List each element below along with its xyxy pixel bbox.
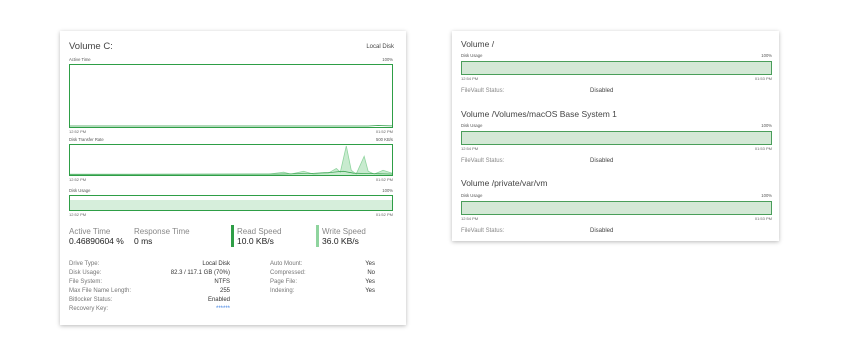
filevault-status-value: Disabled	[590, 88, 614, 94]
disk-usage-bar	[461, 131, 772, 145]
response-time-metric-label: Response Time	[134, 227, 190, 236]
usage-start-time: 12:54 PM	[461, 146, 479, 151]
compressed-value: No	[367, 270, 375, 276]
disk-usage-end: 01:52 PM	[375, 212, 393, 217]
drive-type-label: Local Disk	[366, 44, 394, 50]
disk-usage-label: Disk Usage	[461, 123, 483, 128]
max-file-name-value: 255	[219, 288, 230, 294]
disk-usage-max: 100%	[761, 193, 772, 198]
file-system-value: NTFS	[214, 279, 230, 285]
disk-usage-max: 100%	[761, 123, 772, 128]
page-file-value: Yes	[365, 279, 375, 285]
disk-usage-start: 12:52 PM	[69, 212, 87, 217]
bitlocker-status-key: Bitlocker Status:	[69, 297, 113, 303]
read-speed-color-bar	[231, 225, 234, 247]
disk-usage-graph-label: Disk Usage	[69, 188, 91, 193]
volume-c-card: Volume C: Local Disk Active Time 100% 12…	[60, 31, 406, 325]
max-file-name-key: Max File Name Length:	[69, 288, 132, 294]
transfer-rate-end: 01:52 PM	[375, 177, 393, 182]
mac-volumes-card: Volume / Disk Usage 100% 12:54 PM 01:53 …	[452, 31, 779, 241]
disk-usage-bar	[461, 201, 772, 215]
active-time-graph-label: Active Time	[69, 57, 91, 62]
disk-usage-graph-max: 100%	[382, 188, 393, 193]
filevault-status-key: FileVault Status:	[461, 158, 505, 164]
write-speed-metric-label: Write Speed	[322, 227, 366, 236]
active-time-end: 01:52 PM	[375, 129, 393, 134]
recovery-key-link[interactable]: ******	[170, 306, 230, 312]
auto-mount-key: Auto Mount:	[270, 261, 303, 267]
disk-usage-graph	[69, 195, 393, 211]
volume-title: Volume C:	[69, 41, 113, 52]
page-file-key: Page File:	[270, 279, 298, 285]
usage-end-time: 01:53 PM	[754, 76, 772, 81]
usage-end-time: 01:53 PM	[754, 216, 772, 221]
read-speed-metric-value: 10.0 KB/s	[237, 236, 274, 246]
usage-end-time: 01:53 PM	[754, 146, 772, 151]
transfer-rate-graph-label: Disk Transfer Rate	[69, 137, 104, 142]
active-time-graph-max: 100%	[382, 57, 393, 62]
bitlocker-status-value: Enabled	[207, 297, 230, 303]
drive-type-key: Drive Type:	[69, 261, 100, 267]
filevault-status-key: FileVault Status:	[461, 228, 505, 234]
auto-mount-value: Yes	[365, 261, 375, 267]
active-time-start: 12:52 PM	[69, 129, 87, 134]
recovery-key-key: Recovery Key:	[69, 306, 109, 312]
indexing-key: Indexing:	[270, 288, 295, 294]
response-time-metric-value: 0 ms	[134, 236, 153, 246]
disk-usage-value: 82.3 / 117.1 GB (70%)	[170, 270, 230, 276]
active-time-metric-label: Active Time	[69, 227, 111, 236]
filevault-status-value: Disabled	[590, 228, 614, 234]
read-speed-metric-label: Read Speed	[237, 227, 282, 236]
usage-start-time: 12:54 PM	[461, 216, 479, 221]
transfer-rate-graph-max: 500 KB/s	[376, 137, 393, 142]
transfer-rate-graph	[69, 144, 393, 176]
disk-usage-bar	[461, 61, 772, 75]
usage-start-time: 12:54 PM	[461, 76, 479, 81]
write-speed-metric-value: 36.0 KB/s	[322, 236, 359, 246]
volume-title: Volume /private/var/vm	[461, 178, 548, 188]
volume-title: Volume /Volumes/macOS Base System 1	[461, 109, 617, 119]
active-time-metric-value: 0.46890604 %	[69, 236, 124, 246]
filevault-status-key: FileVault Status:	[461, 88, 505, 94]
active-time-graph	[69, 64, 393, 128]
indexing-value: Yes	[365, 288, 375, 294]
filevault-status-value: Disabled	[590, 158, 614, 164]
transfer-rate-start: 12:52 PM	[69, 177, 87, 182]
drive-type-value: Local Disk	[202, 261, 230, 267]
volume-title: Volume /	[461, 39, 495, 49]
disk-usage-max: 100%	[761, 53, 772, 58]
disk-usage-label: Disk Usage	[461, 193, 483, 198]
file-system-key: File System:	[69, 279, 103, 285]
write-speed-color-bar	[316, 225, 319, 247]
compressed-key: Compressed:	[270, 270, 306, 276]
disk-usage-label: Disk Usage	[461, 53, 483, 58]
disk-usage-key: Disk Usage:	[69, 270, 102, 276]
